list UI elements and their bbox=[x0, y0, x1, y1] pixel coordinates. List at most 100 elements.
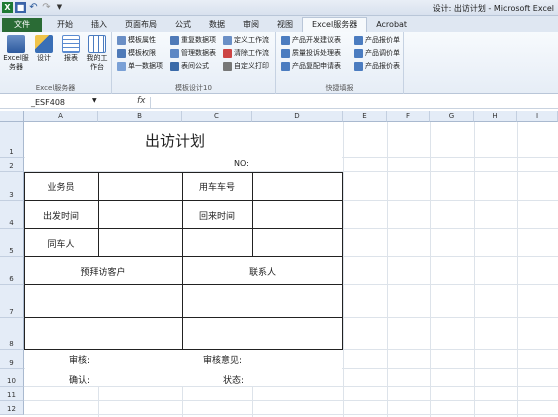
printer-icon bbox=[223, 62, 232, 71]
row-header-4[interactable]: 4 bbox=[0, 201, 24, 229]
group-label-template-design: 模板设计10 bbox=[175, 84, 212, 92]
workflow-icon bbox=[223, 36, 232, 45]
car-number-value-cell[interactable] bbox=[252, 173, 343, 200]
column-header-g[interactable]: G bbox=[430, 111, 474, 122]
inter-table-formula-button[interactable]: 表间公式 bbox=[170, 61, 209, 72]
tab-insert[interactable]: 插入 bbox=[82, 18, 116, 32]
manage-data-tables-button[interactable]: 管理数据表 bbox=[170, 48, 216, 59]
undo-icon[interactable]: ↶ bbox=[28, 2, 39, 13]
depart-time-label[interactable]: 出发时间 bbox=[24, 209, 98, 222]
tab-home[interactable]: 开始 bbox=[48, 18, 82, 32]
gridline bbox=[24, 414, 558, 415]
return-time-label[interactable]: 回来时间 bbox=[182, 209, 252, 222]
tab-formulas[interactable]: 公式 bbox=[166, 18, 200, 32]
form-icon bbox=[281, 49, 290, 58]
row-header-5[interactable]: 5 bbox=[0, 229, 24, 257]
row-header-6[interactable]: 6 bbox=[0, 257, 24, 285]
tab-review[interactable]: 审阅 bbox=[234, 18, 268, 32]
car-number-label[interactable]: 用车车号 bbox=[182, 180, 252, 193]
repeat-data-item-button[interactable]: 重复数据项 bbox=[170, 35, 216, 46]
review-opinion-label[interactable]: 审核意见: bbox=[203, 353, 242, 366]
excel-server-button[interactable]: Excel服务器 bbox=[3, 35, 29, 72]
design-button[interactable]: 设计 bbox=[31, 35, 57, 63]
group-label-quick-fill: 快捷填报 bbox=[325, 84, 354, 92]
gridline bbox=[430, 122, 431, 417]
label: 质量投诉处理表 bbox=[292, 49, 341, 57]
custom-print-button[interactable]: 自定义打印 bbox=[223, 61, 269, 72]
redo-icon[interactable]: ↷ bbox=[41, 2, 52, 13]
product-quote-table-button[interactable]: 产品报价表 bbox=[354, 61, 400, 72]
name-box[interactable]: _ESF408 bbox=[28, 97, 102, 108]
single-data-item-button[interactable]: 单一数据项 bbox=[117, 61, 163, 72]
row-header-3[interactable]: 3 bbox=[0, 172, 24, 201]
tab-page-layout[interactable]: 页面布局 bbox=[116, 18, 166, 32]
review-label[interactable]: 审核: bbox=[69, 353, 90, 366]
name-box-dropdown-icon[interactable]: ▼ bbox=[92, 97, 97, 104]
product-reformulation-button[interactable]: 产品复配申请表 bbox=[281, 61, 341, 72]
column-header-h[interactable]: H bbox=[474, 111, 517, 122]
return-time-value-cell[interactable] bbox=[252, 201, 343, 228]
row-header-7[interactable]: 7 bbox=[0, 285, 24, 318]
tab-view[interactable]: 视图 bbox=[268, 18, 302, 32]
quality-complaint-button[interactable]: 质量投诉处理表 bbox=[281, 48, 341, 59]
form-icon bbox=[354, 36, 363, 45]
row-header-11[interactable]: 11 bbox=[0, 387, 24, 401]
companion-value-cell[interactable] bbox=[98, 229, 182, 256]
product-price-adjust-button[interactable]: 产品调价单 bbox=[354, 48, 400, 59]
template-permissions-button[interactable]: 模板权限 bbox=[117, 48, 156, 59]
salesperson-value-cell[interactable] bbox=[98, 173, 182, 200]
customize-qat-dropdown-icon[interactable]: ▼ bbox=[54, 2, 65, 13]
label: 产品开发建议表 bbox=[292, 36, 341, 44]
label: 管理数据表 bbox=[181, 49, 216, 57]
template-properties-button[interactable]: 模板属性 bbox=[117, 35, 156, 46]
product-dev-suggestion-button[interactable]: 产品开发建议表 bbox=[281, 35, 341, 46]
row-header-8[interactable]: 8 bbox=[0, 318, 24, 350]
table-rule bbox=[24, 228, 343, 229]
contact-header[interactable]: 联系人 bbox=[182, 265, 343, 278]
save-icon[interactable]: ■ bbox=[15, 2, 26, 13]
insert-function-icon[interactable]: fx bbox=[137, 96, 146, 106]
column-header-f[interactable]: F bbox=[387, 111, 430, 122]
tab-excel-server[interactable]: Excel服务器 bbox=[302, 17, 368, 32]
planned-clients-header[interactable]: 预拜访客户 bbox=[24, 265, 182, 278]
column-header-b[interactable]: B bbox=[98, 111, 182, 122]
row-header-12[interactable]: 12 bbox=[0, 401, 24, 415]
column-header-e[interactable]: E bbox=[343, 111, 387, 122]
gridline bbox=[474, 122, 475, 417]
define-workflow-button[interactable]: 定义工作流 bbox=[223, 35, 269, 46]
gridline bbox=[24, 400, 558, 401]
select-all-corner[interactable] bbox=[0, 111, 24, 122]
row-header-10[interactable]: 10 bbox=[0, 369, 24, 387]
report-button[interactable]: 报表 bbox=[58, 35, 84, 63]
no-label[interactable]: NO: bbox=[234, 159, 249, 168]
row-header-2[interactable]: 2 bbox=[0, 158, 24, 172]
depart-time-value-cell[interactable] bbox=[98, 201, 182, 228]
gridline bbox=[517, 122, 518, 417]
row-header-9[interactable]: 9 bbox=[0, 350, 24, 369]
my-workbench-button[interactable]: 我的工作台 bbox=[84, 35, 110, 72]
title-bar: X ■ ↶ ↷ ▼ 设计: 出访计划 - Microsoft Excel bbox=[0, 0, 558, 16]
row-number: 2 bbox=[9, 162, 14, 170]
column-header-c[interactable]: C bbox=[182, 111, 252, 122]
row-number: 9 bbox=[9, 359, 14, 367]
label: 单一数据项 bbox=[128, 62, 163, 70]
status-label[interactable]: 状态: bbox=[223, 373, 244, 386]
confirm-label[interactable]: 确认: bbox=[69, 373, 90, 386]
excel-logo-icon[interactable]: X bbox=[2, 2, 13, 13]
row-header-1[interactable]: 1 bbox=[0, 122, 24, 158]
salesperson-label[interactable]: 业务员 bbox=[24, 180, 98, 193]
tab-acrobat[interactable]: Acrobat bbox=[367, 18, 416, 32]
column-header-d[interactable]: D bbox=[252, 111, 343, 122]
clear-workflow-button[interactable]: 清除工作流 bbox=[223, 48, 269, 59]
formula-input[interactable] bbox=[150, 97, 554, 108]
column-header-i[interactable]: I bbox=[517, 111, 558, 122]
product-quote-sheet-button[interactable]: 产品报价单 bbox=[354, 35, 400, 46]
design-label: 设计 bbox=[37, 54, 51, 62]
tab-data[interactable]: 数据 bbox=[200, 18, 234, 32]
sheet-title[interactable]: 出访计划 bbox=[98, 130, 252, 151]
companion-label[interactable]: 同车人 bbox=[24, 237, 98, 250]
tab-file[interactable]: 文件 bbox=[2, 18, 42, 32]
row-number: 12 bbox=[7, 405, 16, 413]
column-header-a[interactable]: A bbox=[24, 111, 98, 122]
quick-access-toolbar: X ■ ↶ ↷ ▼ bbox=[2, 2, 65, 13]
